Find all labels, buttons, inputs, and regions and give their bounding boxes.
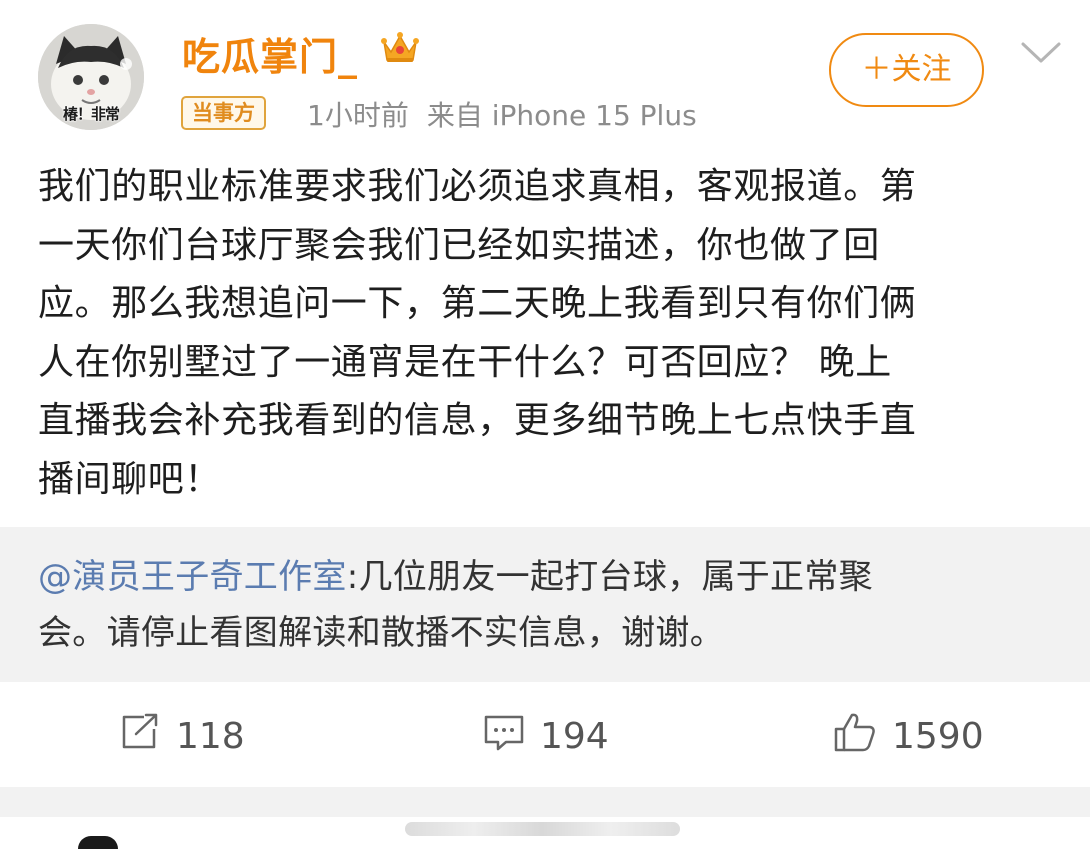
repost-text: @演员王子奇工作室:几位朋友一起打台球，属于正常聚 会。请停止看图解读和散播不实… [38, 549, 1058, 661]
post-source: 来自 iPhone 15 Plus [426, 99, 697, 132]
post-line: 一天你们台球厅聚会我们已经如实描述，你也做了回 [38, 224, 880, 266]
post-time: 1小时前 [307, 99, 409, 132]
comment-icon [482, 712, 540, 761]
share-count: 118 [176, 715, 245, 757]
crown-icon [380, 30, 420, 70]
next-avatar-edge [78, 836, 118, 849]
repost-line1-rest: :几位朋友一起打台球，属于正常聚 [346, 557, 873, 597]
avatar-caption: 椿！非常 [62, 105, 120, 123]
repost-mention[interactable]: @演员王子奇工作室 [38, 557, 347, 597]
like-button[interactable]: 1590 [832, 712, 984, 760]
post-line: 人在你别墅过了一通宵是在干什么？可否回应？ 晚上 [38, 341, 892, 383]
repost-line: @演员王子奇工作室:几位朋友一起打台球，属于正常聚 [38, 549, 1058, 605]
share-icon [118, 712, 176, 761]
repost-block[interactable]: @演员王子奇工作室:几位朋友一起打台球，属于正常聚 会。请停止看图解读和散播不实… [0, 527, 1090, 682]
username[interactable]: 吃瓜掌门_ [182, 26, 358, 81]
party-badge: 当事方 [181, 96, 266, 130]
card-divider [0, 787, 1090, 817]
chevron-down-icon[interactable] [1020, 40, 1062, 70]
share-button[interactable]: 118 [118, 712, 245, 760]
post-meta: 1小时前 来自 iPhone 15 Plus [307, 94, 697, 134]
like-count: 1590 [892, 715, 984, 757]
repost-line2: 会。请停止看图解读和散播不实信息，谢谢。 [38, 613, 724, 653]
post-line: 我们的职业标准要求我们必须追求真相，客观报道。第 [38, 166, 917, 207]
action-bar: 118 194 1590 [0, 690, 1090, 785]
redacted-bar [405, 822, 680, 836]
post-line: 应。那么我想追问一下，第二天晚上我看到只有你们俩 [38, 283, 917, 324]
follow-button[interactable]: ＋关注 [829, 33, 984, 107]
post-line: 直播我会补充我看到的信息，更多细节晚上七点快手直 [38, 400, 917, 441]
avatar[interactable]: 椿！非常 [38, 24, 144, 130]
comment-button[interactable]: 194 [482, 712, 609, 760]
thumbs-up-icon [832, 711, 892, 762]
comment-count: 194 [540, 715, 609, 757]
post-body: 我们的职业标准要求我们必须追求真相，客观报道。第 一天你们台球厅聚会我们已经如实… [38, 158, 1058, 509]
post-line: 播间聊吧！ [38, 458, 222, 500]
